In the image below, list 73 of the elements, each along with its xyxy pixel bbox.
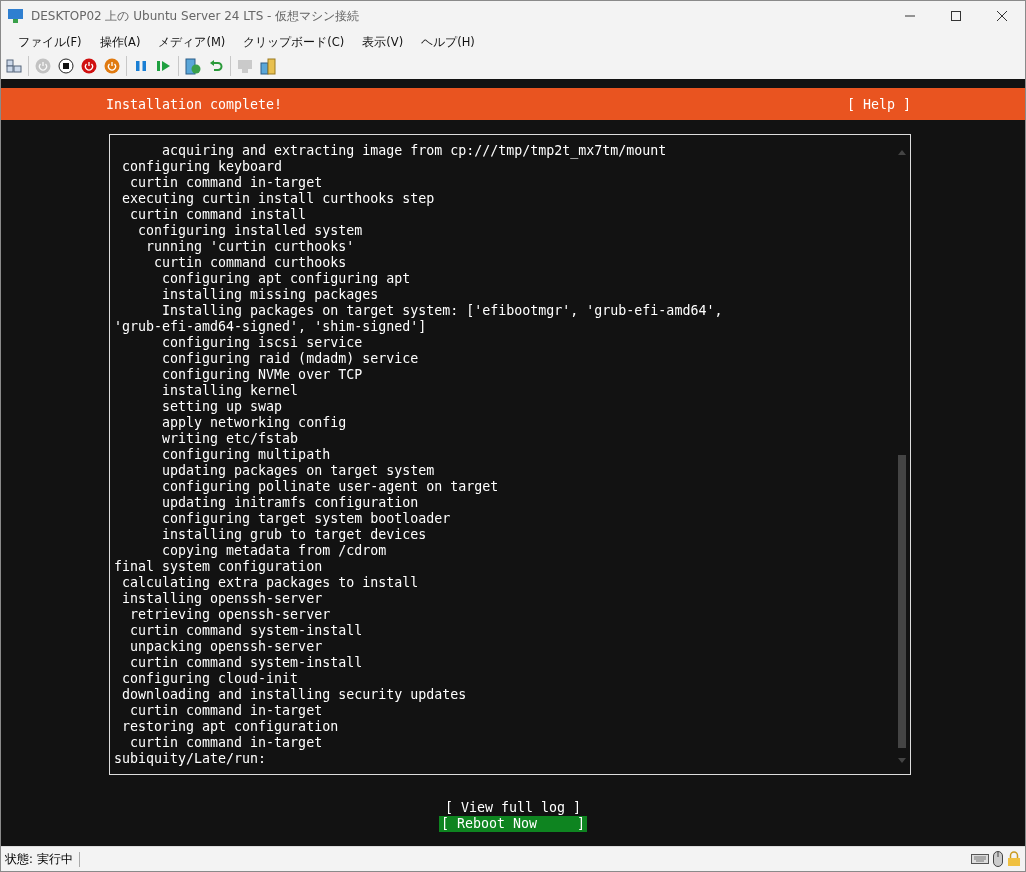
lock-icon xyxy=(1007,851,1021,867)
scrollbar[interactable] xyxy=(898,149,906,762)
menu-item[interactable]: メディア(M) xyxy=(149,34,235,50)
monitor-icon xyxy=(237,58,253,74)
log-line: configuring installed system xyxy=(137,223,364,239)
log-line: setting up swap xyxy=(161,399,284,415)
computer-icon xyxy=(7,8,25,24)
log-line: unpacking openssh-server xyxy=(129,639,324,655)
log-line: downloading and installing security updates xyxy=(121,687,468,703)
window-title: DESKTOP02 上の Ubuntu Server 24 LTS - 仮想マシン接続 xyxy=(31,7,361,25)
log-line: installing grub to target devices xyxy=(161,527,428,543)
menu-item[interactable]: ファイル(F) xyxy=(9,34,91,50)
power-icon xyxy=(35,58,51,74)
log-line: curtin command system-install xyxy=(129,655,364,671)
power-icon xyxy=(104,58,120,74)
scroll-thumb[interactable] xyxy=(898,455,906,748)
log-line: writing etc/fstab xyxy=(161,431,300,447)
close-icon xyxy=(997,11,1007,21)
scroll-up-icon xyxy=(898,149,906,155)
log-line: Installing packages on target system: ['efibootmgr', 'grub-efi-amd64', xyxy=(161,303,724,319)
log-line: subiquity/Late/run: xyxy=(114,751,268,767)
power-icon xyxy=(81,58,97,74)
menu-item[interactable]: クリップボード(C) xyxy=(234,34,354,50)
log-line: configuring apt configuring apt xyxy=(161,271,412,287)
menu-item[interactable]: 操作(A) xyxy=(90,34,150,50)
log-line: 'grub-efi-amd64-signed', 'shim-signed'] xyxy=(114,319,428,335)
log-line: executing curtin install curthooks step xyxy=(121,191,436,207)
log-line: curtin command in-target xyxy=(129,703,324,719)
log-line: restoring apt configuration xyxy=(121,719,340,735)
log-line: installing kernel xyxy=(161,383,300,399)
log-line: configuring pollinate user-agent on target xyxy=(161,479,500,495)
log-line: configuring iscsi service xyxy=(161,335,364,351)
menu-item[interactable]: 表示(V) xyxy=(353,34,413,50)
toolbar-button[interactable] xyxy=(57,57,75,75)
log-line: running 'curtin curthooks' xyxy=(145,239,356,255)
log-line: calculating extra packages to install xyxy=(121,575,420,591)
log-line: copying metadata from /cdrom xyxy=(161,543,388,559)
log-line: installing missing packages xyxy=(161,287,380,303)
header-title: Installation complete! xyxy=(106,96,283,112)
snapshot-icon xyxy=(185,57,201,75)
log-line: curtin command install xyxy=(129,207,308,223)
undo-icon xyxy=(209,59,223,73)
log-line: updating packages on target system xyxy=(161,463,436,479)
log-line: curtin command curthooks xyxy=(153,255,348,271)
terminal-button[interactable]: [ View full log ] xyxy=(442,800,584,816)
help-link[interactable]: [ Help ] xyxy=(846,96,911,112)
log-line: configuring NVMe over TCP xyxy=(161,367,364,383)
pause-icon xyxy=(134,59,148,73)
log-line: final system configuration xyxy=(114,559,324,575)
log-line: retrieving openssh-server xyxy=(129,607,332,623)
mouse-icon xyxy=(993,851,1003,867)
log-line: configuring target system bootloader xyxy=(161,511,452,527)
server-icon xyxy=(260,57,276,75)
log-line: acquiring and extracting image from cp:///tmp/tmp2t_mx7tm/mount xyxy=(161,143,668,159)
menu-item[interactable]: ヘルプ(H) xyxy=(412,34,484,50)
play-icon xyxy=(156,59,172,73)
maximize-icon xyxy=(951,11,961,21)
log-line: curtin command system-install xyxy=(129,623,364,639)
log-line: configuring raid (mdadm) service xyxy=(161,351,420,367)
terminal-button[interactable]: [ Reboot Now ] xyxy=(438,816,588,832)
status-text: 状態: 実行中 xyxy=(5,851,80,867)
keyboard-icon xyxy=(971,854,989,864)
log-line: configuring cloud-init xyxy=(121,671,300,687)
log-line: curtin command in-target xyxy=(129,735,324,751)
computers-icon xyxy=(6,59,22,73)
log-line: installing openssh-server xyxy=(121,591,324,607)
log-line: configuring keyboard xyxy=(121,159,284,175)
stop-icon xyxy=(58,58,74,74)
log-line: curtin command in-target xyxy=(129,175,324,191)
log-line: apply networking config xyxy=(161,415,348,431)
log-line: updating initramfs configuration xyxy=(161,495,420,511)
log-line: configuring multipath xyxy=(161,447,332,463)
scroll-down-icon xyxy=(898,758,906,764)
